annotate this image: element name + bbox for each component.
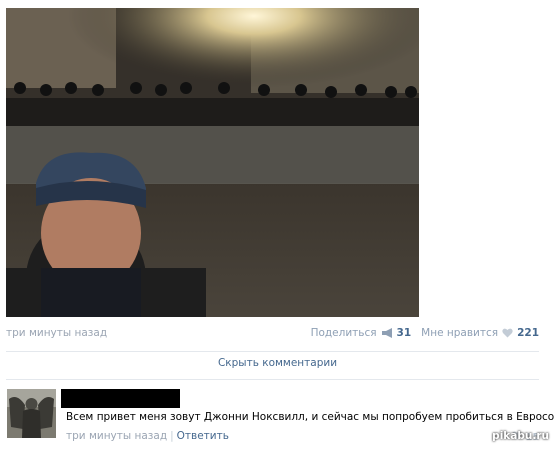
divider <box>6 379 539 380</box>
comment-text: Всем привет меня зовут Джонни Ноксвилл, … <box>66 411 555 423</box>
pikabu-watermark: pikabu.ru <box>492 430 549 442</box>
post-timestamp[interactable]: три минуты назад <box>6 327 107 339</box>
separator: | <box>170 430 174 442</box>
heart-icon <box>502 328 513 338</box>
avatar[interactable] <box>7 389 56 438</box>
like-button[interactable]: Мне нравится 221 <box>421 327 539 339</box>
share-button[interactable]: Поделиться 31 <box>311 327 412 339</box>
reply-link[interactable]: Ответить <box>177 430 229 442</box>
post-actions: Поделиться 31 Мне нравится 221 <box>311 327 539 339</box>
like-count: 221 <box>517 327 539 339</box>
megaphone-icon <box>381 328 392 338</box>
share-count: 31 <box>396 327 412 339</box>
author-name-redacted <box>61 389 180 408</box>
comment-meta: три минуты назад | Ответить <box>66 430 229 442</box>
post-meta-bar: три минуты назад Поделиться 31 Мне нрави… <box>6 327 539 341</box>
post-photo[interactable] <box>6 8 419 317</box>
like-label: Мне нравится <box>421 327 499 339</box>
divider <box>6 351 539 352</box>
hide-comments-link[interactable]: Скрыть комментарии <box>0 357 555 369</box>
comment-timestamp[interactable]: три минуты назад <box>66 430 167 442</box>
angel-statue-image <box>7 389 56 438</box>
share-label: Поделиться <box>310 327 377 339</box>
photo-illustration <box>6 8 419 317</box>
